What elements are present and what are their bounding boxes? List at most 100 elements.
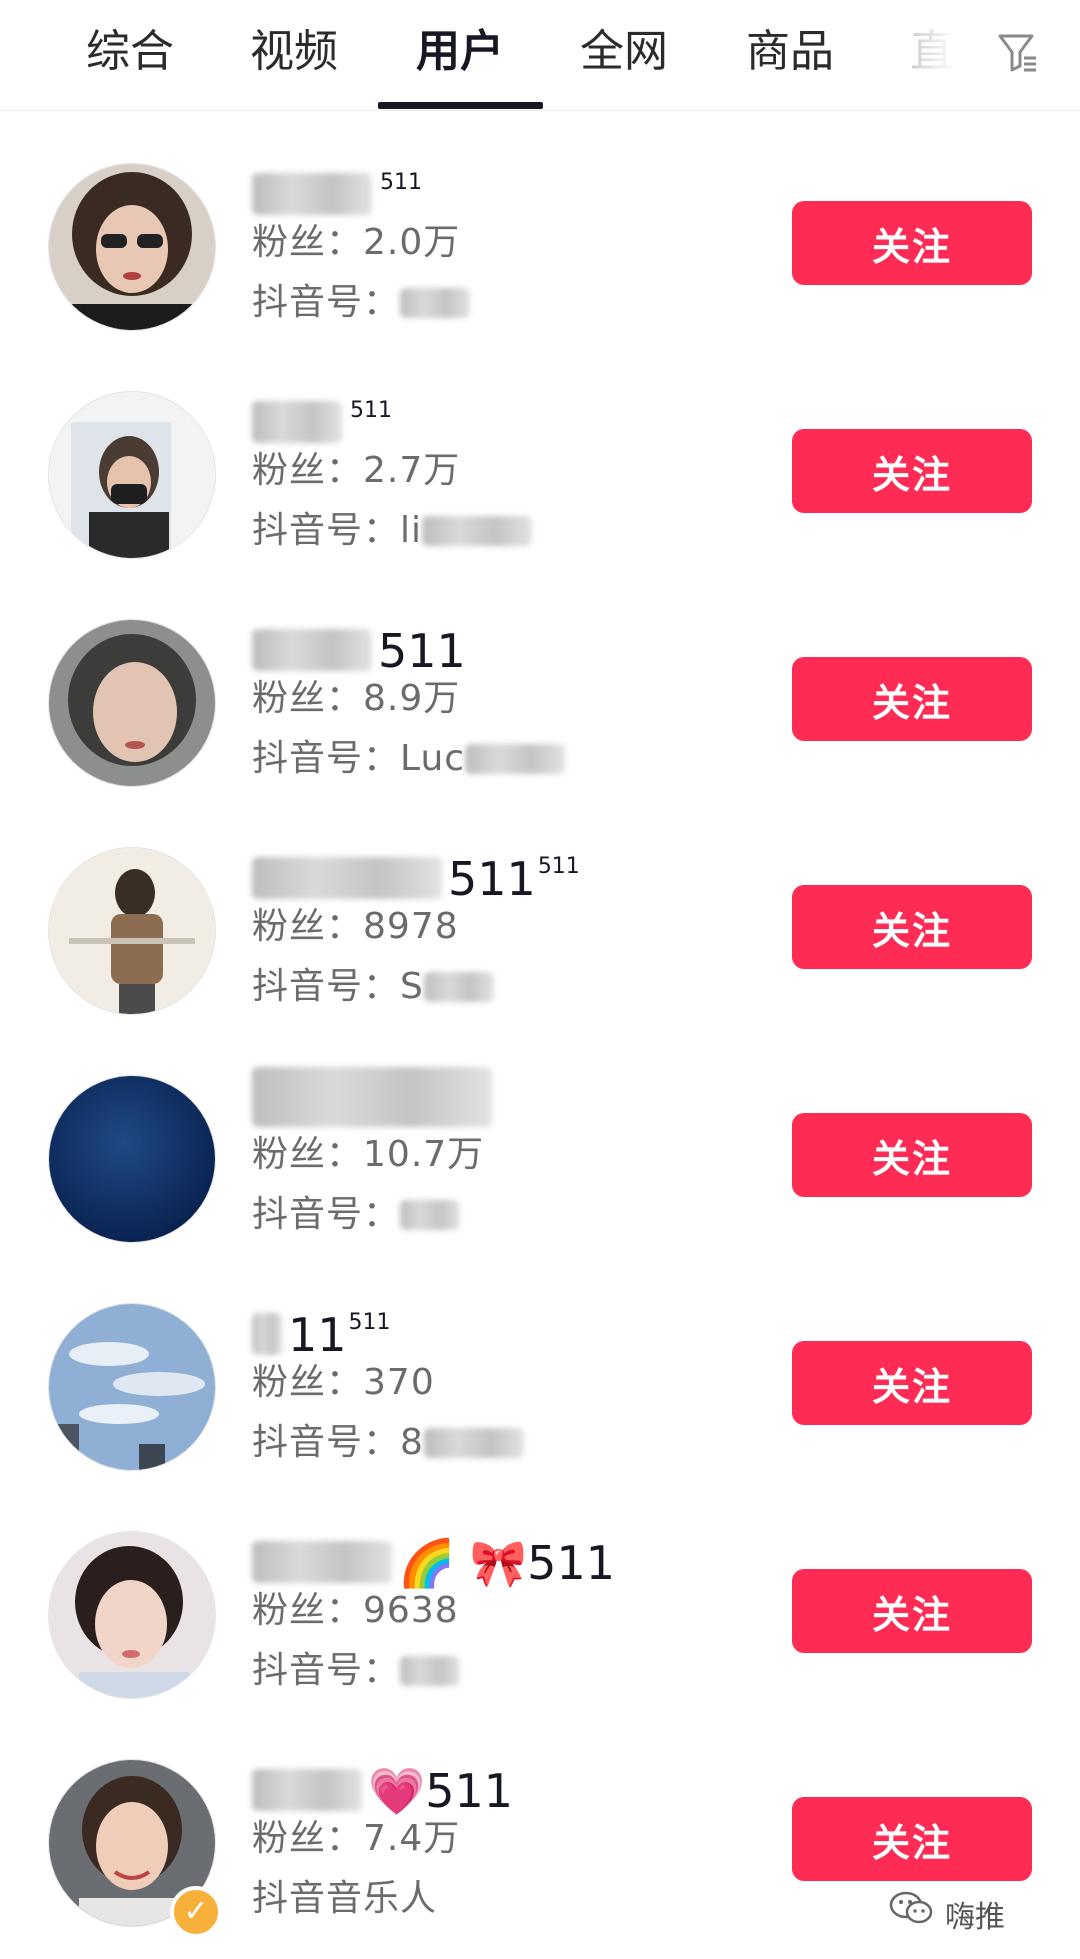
user-name-suffix: 511	[537, 854, 580, 879]
user-name[interactable]: 11511	[252, 1292, 391, 1366]
tab-web[interactable]: 全网	[580, 22, 668, 82]
douyin-id: 抖音号：S	[252, 962, 500, 1012]
user-name-text: 🌈 🎀511	[398, 1536, 615, 1590]
user-name-suffix: 511	[350, 398, 392, 423]
fans-label: 粉丝：	[252, 222, 364, 263]
fans-count: 粉丝：2.7万	[252, 446, 460, 496]
follow-button[interactable]: 关注	[792, 1341, 1032, 1425]
douyin-id-label: 抖音号：	[252, 738, 401, 779]
avatar[interactable]	[48, 847, 216, 1015]
douyin-id-label: 抖音号：	[252, 966, 401, 1007]
wechat-icon	[889, 1890, 933, 1934]
fans-label: 粉丝：	[252, 450, 364, 491]
blurred-id	[423, 972, 494, 1002]
user-name-suffix: 511	[348, 1310, 391, 1335]
user-name-suffix: 511	[380, 170, 422, 195]
blurred-name	[252, 1541, 392, 1583]
fans-value: 370	[363, 1362, 435, 1403]
user-name[interactable]: 💗511	[252, 1748, 515, 1822]
user-row[interactable]: 511511 粉丝：8978 抖音号：S 关注	[0, 814, 1080, 1042]
filter-icon[interactable]	[996, 30, 1040, 74]
user-name[interactable]: 511	[252, 380, 392, 454]
avatar[interactable]	[48, 1075, 216, 1243]
douyin-id: 抖音号：li	[252, 506, 538, 556]
blurred-name	[252, 401, 342, 443]
active-tab-indicator	[378, 102, 543, 109]
search-tab-bar: 综合 视频 用户 全网 商品 直	[0, 0, 1080, 111]
fans-label: 粉丝：	[252, 1134, 364, 1175]
douyin-id: 抖音号：	[252, 278, 476, 328]
follow-button[interactable]: 关注	[792, 885, 1032, 969]
fans-value: 8.9万	[363, 678, 461, 719]
douyin-id-label: 抖音号：	[252, 1650, 401, 1691]
blurred-id	[465, 744, 566, 774]
blurred-name	[252, 173, 372, 215]
tab-users[interactable]: 用户	[416, 22, 504, 82]
tab-videos[interactable]: 视频	[250, 22, 338, 82]
blurred-id	[423, 1428, 524, 1458]
douyin-id-value: S	[400, 966, 424, 1007]
blurred-name	[252, 1313, 282, 1355]
follow-button[interactable]: 关注	[792, 201, 1032, 285]
blurred-id	[400, 1200, 461, 1230]
avatar[interactable]	[48, 1531, 216, 1699]
user-name-text: 511	[448, 852, 536, 906]
avatar[interactable]	[48, 391, 216, 559]
avatar[interactable]	[48, 619, 216, 787]
user-row[interactable]: 粉丝：10.7万 抖音号： 关注	[0, 1042, 1080, 1270]
user-name-text: 💗511	[368, 1764, 514, 1818]
tab-products[interactable]: 商品	[746, 22, 834, 82]
user-name[interactable]: 511	[252, 608, 468, 682]
blurred-id	[400, 288, 471, 318]
follow-button[interactable]: 关注	[792, 1569, 1032, 1653]
fans-label: 粉丝：	[252, 906, 364, 947]
blurred-id	[422, 516, 533, 546]
fans-count: 粉丝：7.4万	[252, 1814, 460, 1864]
fans-count: 粉丝：370	[252, 1358, 435, 1408]
douyin-id-label: 抖音号：	[252, 282, 401, 323]
music-creator-label: 抖音音乐人	[252, 1874, 437, 1924]
blurred-id	[400, 1656, 461, 1686]
verified-badge-icon: ✓	[170, 1886, 222, 1938]
fans-count: 粉丝：8.9万	[252, 674, 460, 724]
user-row[interactable]: 11511 粉丝：370 抖音号：8 关注	[0, 1270, 1080, 1498]
fans-count: 粉丝：8978	[252, 902, 459, 952]
avatar[interactable]	[48, 163, 216, 331]
blurred-name	[252, 629, 372, 671]
douyin-id: 抖音号：8	[252, 1418, 530, 1468]
watermark: 嗨推	[889, 1891, 1005, 1936]
follow-button[interactable]: 关注	[792, 1797, 1032, 1881]
user-name[interactable]: 511	[252, 152, 422, 226]
blurred-name	[252, 857, 442, 899]
tab-general[interactable]: 综合	[86, 22, 174, 82]
douyin-id: 抖音号：Luc	[252, 734, 571, 784]
douyin-id-label: 抖音号：	[252, 510, 401, 551]
fans-value: 2.0万	[363, 222, 461, 263]
fans-value: 7.4万	[363, 1818, 461, 1859]
user-row[interactable]: 511 粉丝：2.7万 抖音号：li 关注	[0, 358, 1080, 586]
douyin-id-label: 抖音号：	[252, 1422, 401, 1463]
fans-label: 粉丝：	[252, 1362, 364, 1403]
fans-value: 2.7万	[363, 450, 461, 491]
user-name[interactable]: 511511	[252, 836, 580, 910]
user-name[interactable]	[252, 1064, 500, 1138]
douyin-id-value: 8	[400, 1422, 424, 1463]
fans-label: 粉丝：	[252, 678, 364, 719]
avatar[interactable]	[48, 1303, 216, 1471]
user-name[interactable]: 🌈 🎀511	[252, 1520, 617, 1594]
user-name-text: 511	[378, 624, 466, 678]
user-row[interactable]: 511 粉丝：8.9万 抖音号：Luc 关注	[0, 586, 1080, 814]
follow-button[interactable]: 关注	[792, 429, 1032, 513]
follow-button[interactable]: 关注	[792, 1113, 1032, 1197]
user-row[interactable]: 🌈 🎀511 粉丝：9638 抖音号： 关注	[0, 1498, 1080, 1726]
douyin-id: 抖音号：	[252, 1190, 466, 1240]
user-row[interactable]: 511 粉丝：2.0万 抖音号： 关注	[0, 130, 1080, 358]
douyin-id-label: 抖音号：	[252, 1194, 401, 1235]
douyin-id-value: Luc	[400, 738, 466, 779]
fans-label: 粉丝：	[252, 1590, 364, 1631]
follow-button[interactable]: 关注	[792, 657, 1032, 741]
music-creator-text: 抖音音乐人	[252, 1878, 438, 1919]
blurred-name	[252, 1769, 362, 1811]
fans-count: 粉丝：2.0万	[252, 218, 460, 268]
fans-value: 8978	[363, 906, 459, 947]
